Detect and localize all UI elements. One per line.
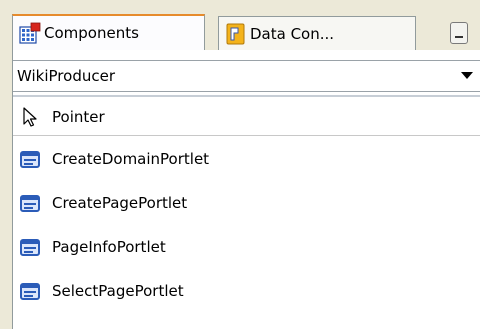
minimize-button[interactable] bbox=[450, 22, 468, 44]
palette-item-create-domain-portlet[interactable]: CreateDomainPortlet bbox=[13, 141, 480, 177]
palette-item-label: CreateDomainPortlet bbox=[52, 150, 210, 168]
tab-data-control-label: Data Con... bbox=[250, 24, 335, 43]
tab-components-label: Components bbox=[44, 24, 139, 42]
page-selector-dropdown[interactable]: WikiProducer bbox=[13, 60, 480, 92]
divider bbox=[13, 95, 480, 97]
palette-item-label: PageInfoPortlet bbox=[52, 238, 166, 256]
palette-item-select-page-portlet[interactable]: SelectPagePortlet bbox=[13, 273, 480, 309]
portlet-icon bbox=[20, 239, 40, 256]
page-selector-value: WikiProducer bbox=[17, 67, 115, 85]
tab-bar: Components Data Con... bbox=[0, 0, 480, 52]
palette-item-pointer[interactable]: Pointer bbox=[13, 99, 480, 136]
components-grid-icon bbox=[19, 22, 41, 44]
portlet-icon bbox=[20, 195, 40, 212]
tab-components[interactable]: Components bbox=[12, 14, 205, 50]
palette-item-label: CreatePagePortlet bbox=[52, 194, 188, 212]
portlet-icon bbox=[20, 151, 40, 168]
portlet-icon bbox=[20, 283, 40, 300]
palette-item-pointer-label: Pointer bbox=[52, 108, 105, 126]
chevron-down-icon[interactable] bbox=[461, 72, 473, 79]
component-palette: WikiProducer Pointer CreateDomainPortlet… bbox=[12, 50, 480, 329]
tab-data-control[interactable]: Data Con... bbox=[218, 16, 416, 50]
palette-item-create-page-portlet[interactable]: CreatePagePortlet bbox=[13, 185, 480, 221]
data-control-icon bbox=[226, 23, 245, 44]
palette-item-page-info-portlet[interactable]: PageInfoPortlet bbox=[13, 229, 480, 265]
palette-item-label: SelectPagePortlet bbox=[52, 282, 184, 300]
pointer-arrow-icon bbox=[23, 107, 37, 127]
